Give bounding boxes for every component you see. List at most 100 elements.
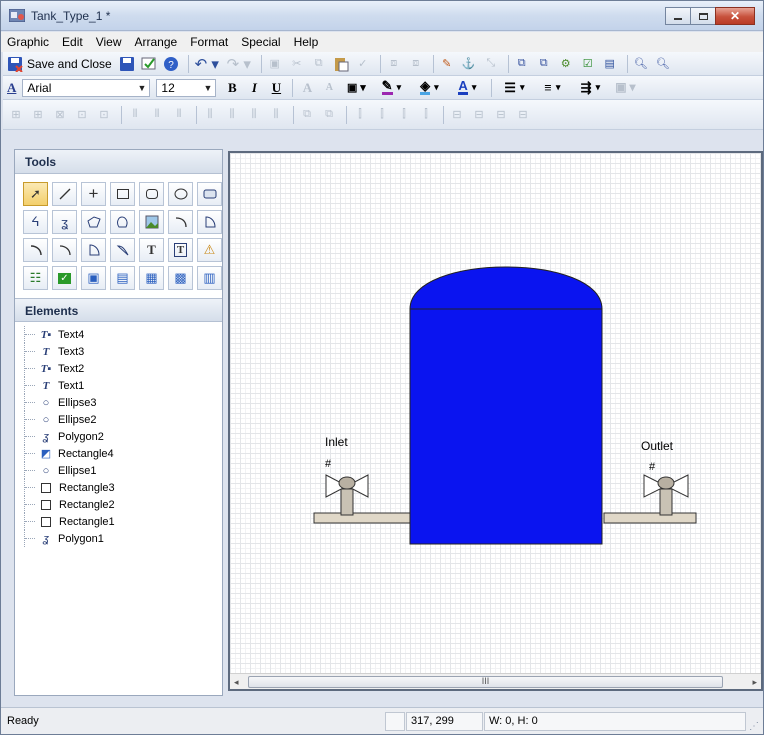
scrollbar-thumb[interactable]: III: [248, 676, 723, 688]
font-color-button[interactable]: A ▾: [449, 79, 485, 97]
pointer-tool[interactable]: ➚: [23, 182, 48, 206]
order-1-button[interactable]: ⊟: [448, 106, 466, 124]
menu-help[interactable]: Help: [294, 35, 319, 49]
rounded-rectangle-tool[interactable]: [139, 182, 164, 206]
align-middle-button[interactable]: ⊡: [95, 106, 113, 124]
order-4-button[interactable]: ⊟: [514, 106, 532, 124]
align-center-button[interactable]: ⊞: [29, 106, 47, 124]
chord-tool[interactable]: [23, 238, 48, 262]
element-item-polygon1[interactable]: ʓ Polygon1: [21, 530, 222, 547]
copy-format-button[interactable]: ▣: [266, 55, 284, 73]
element-item-ellipse2[interactable]: ○ Ellipse2: [21, 411, 222, 428]
chord2-tool[interactable]: [110, 238, 135, 262]
menu-format[interactable]: Format: [190, 35, 228, 49]
space-h-button[interactable]: ⫼: [201, 106, 219, 124]
element-item-ellipse3[interactable]: ○ Ellipse3: [21, 394, 222, 411]
rotate-button[interactable]: ⫿: [395, 106, 413, 124]
outlet-valve[interactable]: [643, 474, 689, 516]
element-item-text4[interactable]: T▪ Text4: [21, 326, 222, 343]
line-style-button[interactable]: ≡ ▾: [534, 79, 570, 97]
combo-tool[interactable]: ▤: [110, 266, 135, 290]
element-item-text2[interactable]: T▪ Text2: [21, 360, 222, 377]
arc2-tool[interactable]: [52, 238, 77, 262]
align-bottom-button[interactable]: ⫴: [126, 106, 144, 124]
fill-color-button[interactable]: ◈ ▾: [411, 79, 447, 97]
zoom-in-button[interactable]: 🔍︎: [654, 55, 672, 73]
flip-h-button[interactable]: ⫿: [351, 106, 369, 124]
distribute-h-button[interactable]: ⫴: [148, 106, 166, 124]
paste-button[interactable]: [332, 55, 350, 73]
shadow-button[interactable]: ▣ ▾: [610, 79, 640, 97]
cut-button[interactable]: ✂: [288, 55, 306, 73]
pie2-tool[interactable]: [81, 238, 106, 262]
line-color-button[interactable]: ✎ ▾: [373, 79, 409, 97]
align-top-button[interactable]: ⊡: [73, 106, 91, 124]
line-weight-button[interactable]: ☰ ▾: [496, 79, 532, 97]
textbox-tool[interactable]: T: [168, 238, 193, 262]
format-painter-button[interactable]: ✓: [354, 55, 372, 73]
menu-special[interactable]: Special: [241, 35, 280, 49]
menu-arrange[interactable]: Arrange: [135, 35, 178, 49]
flip-v-button[interactable]: ⫿: [373, 106, 391, 124]
ungroup-button[interactable]: ⧈: [407, 55, 425, 73]
text-tool[interactable]: T: [139, 238, 164, 262]
list-tool[interactable]: ☷: [23, 266, 48, 290]
curve-tool[interactable]: ʓ: [52, 210, 77, 234]
space-v-button[interactable]: ⫼: [223, 106, 241, 124]
menu-view[interactable]: View: [96, 35, 122, 49]
font-family-select[interactable]: Arial ▼: [22, 78, 151, 97]
minimize-button[interactable]: [665, 7, 691, 25]
align-left-button[interactable]: ⊞: [7, 106, 25, 124]
ellipse-tool[interactable]: [168, 182, 193, 206]
scroll-left-icon[interactable]: ◂: [234, 677, 239, 688]
maximize-button[interactable]: [690, 7, 716, 25]
decrease-font-button[interactable]: A: [319, 79, 339, 97]
element-item-rectangle3[interactable]: Rectangle3: [21, 479, 222, 496]
send-back-button[interactable]: ⧉: [320, 106, 338, 124]
save-button[interactable]: [118, 55, 136, 73]
bold-button[interactable]: B: [222, 79, 242, 97]
align-right-button[interactable]: ⊠: [51, 106, 69, 124]
element-item-rectangle4[interactable]: ◩ Rectangle4: [21, 445, 222, 462]
element-item-polygon2[interactable]: ʓ Polygon2: [21, 428, 222, 445]
element-item-ellipse1[interactable]: ○ Ellipse1: [21, 462, 222, 479]
italic-button[interactable]: I: [244, 79, 264, 97]
copy-button[interactable]: ⧉: [310, 55, 328, 73]
line-tool[interactable]: [52, 182, 77, 206]
element-item-rectangle1[interactable]: Rectangle1: [21, 513, 222, 530]
canvas-grid[interactable]: Inlet # Outlet #: [230, 153, 761, 675]
resize-grip-icon[interactable]: ⋰: [749, 721, 759, 732]
save-and-close-button[interactable]: Save and Close: [7, 56, 112, 72]
close-button[interactable]: ✕: [715, 7, 755, 25]
tank-dome[interactable]: [409, 266, 603, 310]
connector-button[interactable]: ⤡: [482, 55, 500, 73]
help-button[interactable]: ?: [162, 55, 180, 73]
export-button[interactable]: ⧉: [535, 55, 553, 73]
underline-button[interactable]: U: [266, 79, 286, 97]
outlet-pipe[interactable]: [603, 512, 697, 524]
make-same-width-button[interactable]: ⫼: [245, 106, 263, 124]
text-style-button[interactable]: ▣ ▾: [341, 79, 371, 97]
rotate-back-button[interactable]: ⫿: [417, 106, 435, 124]
inlet-label[interactable]: Inlet: [325, 435, 348, 449]
drawing-canvas[interactable]: Inlet # Outlet # ◂ III ▸: [228, 151, 763, 691]
outlet-label[interactable]: Outlet: [641, 439, 673, 453]
arc-tool[interactable]: [168, 210, 193, 234]
inlet-pipe[interactable]: [313, 512, 411, 524]
polygon-tool[interactable]: [81, 210, 106, 234]
polyline-tool[interactable]: ᔦ: [23, 210, 48, 234]
redo-button[interactable]: ↷ ▾: [225, 55, 253, 73]
horizontal-scrollbar[interactable]: ◂ III ▸: [230, 673, 761, 689]
closed-curve-tool[interactable]: [110, 210, 135, 234]
zoom-out-button[interactable]: 🔍︎: [632, 55, 650, 73]
hv-line-tool[interactable]: +: [81, 182, 106, 206]
properties-button[interactable]: ▤: [601, 55, 619, 73]
distribute-v-button[interactable]: ⫴: [170, 106, 188, 124]
order-3-button[interactable]: ⊟: [492, 106, 510, 124]
listbox-tool[interactable]: ▥: [197, 266, 222, 290]
button-tool[interactable]: [197, 182, 222, 206]
make-same-height-button[interactable]: ⫼: [267, 106, 285, 124]
import-button[interactable]: ⧉: [513, 55, 531, 73]
undo-button[interactable]: ↶ ▾: [193, 55, 221, 73]
element-item-rectangle2[interactable]: Rectangle2: [21, 496, 222, 513]
